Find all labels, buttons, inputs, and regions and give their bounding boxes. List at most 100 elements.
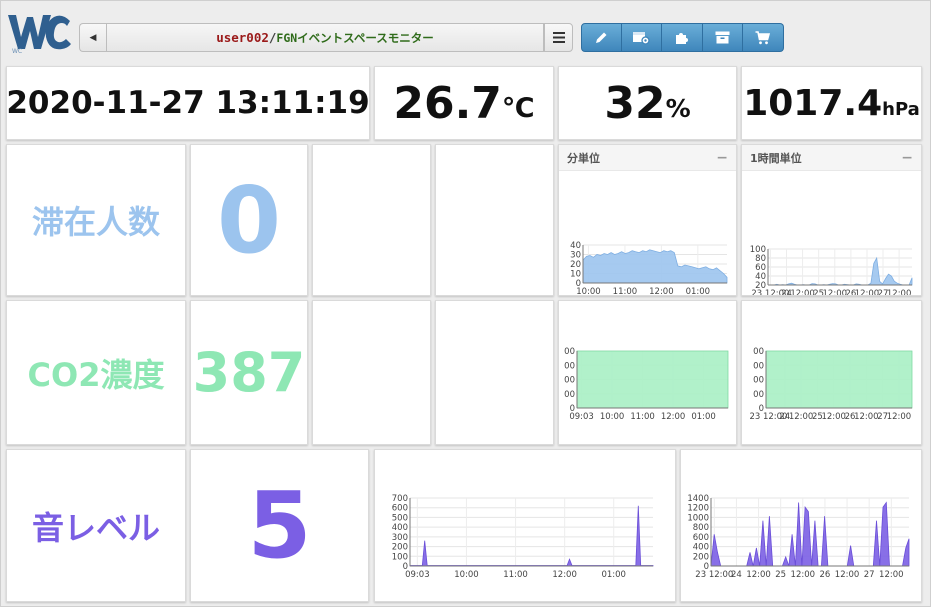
x-tick-label: 27 — [864, 570, 875, 580]
sound-value: 5 — [247, 472, 312, 579]
sound-hour-chart: 020040060080010001200140023 12:0024 12:00… — [687, 494, 910, 580]
dashboard: WC ◀ user002 / FGNイベントスペースモニター 2020-11-2… — [0, 0, 931, 607]
pressure-value: 1017.4 — [743, 82, 883, 124]
x-tick-label: 12:00 — [887, 289, 912, 295]
y-tick-label: 00 — [753, 347, 764, 357]
humidity-value: 32 — [604, 77, 666, 129]
y-tick-label: 100 — [750, 245, 766, 255]
app-logo[interactable]: WC — [4, 9, 72, 55]
datetime-tile: 2020-11-27 13:11:19 — [6, 66, 370, 140]
y-tick-label: 200 — [693, 552, 709, 562]
occupancy-label: 滞在人数 — [31, 203, 160, 241]
sound-minute-chart: 010020030040050060070009:03 10:00 11:00 12:… — [392, 494, 654, 580]
occupancy-hour-panel: 1時間単位 − 20 40 60 80 100 23 12:00 24 12:00 25 12:0… — [741, 144, 922, 296]
archive-icon — [715, 31, 730, 44]
schedule-settings-button[interactable] — [621, 23, 662, 52]
x-tick-label: 01:00 — [601, 570, 626, 580]
menu-button[interactable] — [544, 23, 573, 52]
data-area — [409, 505, 654, 567]
temperature-unit: ℃ — [501, 92, 535, 124]
x-tick-label: 10:00 — [600, 412, 625, 422]
occupancy-minute-chart: 01020304010:00 11:00 12:00 01:00 — [570, 241, 728, 295]
y-tick-label: 100 — [392, 552, 408, 562]
x-tick-label: 26 — [820, 570, 831, 580]
cart-icon — [755, 30, 771, 44]
data-area — [765, 350, 913, 409]
svg-text:WC: WC — [12, 48, 22, 55]
collapse-icon[interactable]: − — [901, 150, 913, 166]
y-tick-label: 00 — [564, 390, 575, 400]
pressure-unit: hPa — [882, 98, 920, 120]
datetime-value: 2020-11-27 13:11:19 — [6, 85, 370, 121]
x-tick-label: 12:00 — [649, 287, 674, 295]
data-area — [768, 256, 913, 286]
x-tick-label: 12:00 — [879, 570, 904, 580]
occupancy-value: 0 — [216, 166, 281, 274]
title-board-name: FGNイベントスペースモニター — [276, 30, 434, 45]
y-tick-label: 800 — [693, 523, 709, 533]
sound-minute-panel: 0 100 200 300 400 500 600 700 09:03 10:00 11:00 12:… — [374, 449, 676, 602]
y-tick-label: 60 — [755, 263, 766, 273]
y-tick-label: 00 — [753, 390, 764, 400]
y-tick-label: 300 — [392, 533, 408, 543]
y-tick-label: 30 — [570, 251, 581, 261]
y-tick-label: 00 — [564, 361, 575, 371]
y-tick-label: 00 — [564, 347, 575, 357]
y-tick-label: 1000 — [687, 513, 709, 523]
triangle-left-icon: ◀ — [89, 32, 97, 43]
empty-tile-3 — [312, 300, 431, 445]
co2-value: 387 — [192, 341, 306, 404]
pencil-icon — [596, 32, 607, 43]
x-tick-label: 12:00 — [823, 289, 848, 295]
y-tick-label: 80 — [755, 254, 766, 264]
x-tick-label: 23 12:00 — [695, 570, 733, 580]
co2-label-tile: CO2濃度 — [6, 300, 186, 445]
co2-hour-panel: 0 00 00 00 00 23 12:00 24 12:00 25 12:00 26 12:00 27… — [741, 300, 922, 445]
co2-value-tile: 387 — [190, 300, 308, 445]
panel-title: 分単位 — [567, 151, 600, 165]
y-tick-label: 200 — [392, 543, 408, 553]
y-tick-label: 600 — [392, 504, 408, 514]
y-tick-label: 1200 — [687, 504, 709, 514]
x-tick-label: 12:00 — [661, 412, 686, 422]
occupancy-value-tile: 0 — [190, 144, 308, 296]
y-tick-label: 00 — [753, 376, 764, 386]
x-tick-label: 12:00 — [789, 412, 814, 422]
calendar-settings-icon — [633, 32, 650, 45]
title-user[interactable]: user002 — [216, 30, 269, 45]
empty-tile-4 — [435, 300, 554, 445]
x-tick-label: 09:03 — [405, 570, 430, 580]
humidity-tile: 32% — [558, 66, 737, 140]
x-tick-label: 11:00 — [630, 412, 655, 422]
back-button[interactable]: ◀ — [79, 23, 106, 52]
x-tick-label: 11:00 — [503, 570, 528, 580]
archive-button[interactable] — [702, 23, 743, 52]
x-tick-label: 12:00 — [821, 412, 846, 422]
shop-button[interactable] — [743, 23, 784, 52]
edit-button[interactable] — [581, 23, 622, 52]
x-tick-label: 12:00 — [552, 570, 577, 580]
data-area — [576, 350, 729, 409]
y-tick-label: 400 — [392, 523, 408, 533]
x-tick-label: 10:00 — [576, 287, 601, 295]
y-tick-label: 400 — [693, 543, 709, 553]
occupancy-label-tile: 滞在人数 — [6, 144, 186, 296]
x-tick-label: 10:00 — [454, 570, 479, 580]
y-tick-label: 10 — [570, 270, 581, 280]
title-separator: / — [268, 30, 277, 45]
x-tick-label: 12:00 — [790, 289, 815, 295]
x-tick-label: 12:00 — [791, 570, 816, 580]
co2-minute-chart: 00000000009:03 10:00 11:00 12:00 01:00 — [564, 347, 729, 422]
x-tick-label: 12:00 — [835, 570, 860, 580]
collapse-icon[interactable]: − — [716, 150, 728, 166]
empty-tile-1 — [312, 144, 431, 296]
x-tick-label: 12:00 — [887, 412, 912, 422]
x-tick-label: 01:00 — [686, 287, 711, 295]
co2-minute-panel: 0 00 00 00 00 09:03 10:00 11:00 12:00 01:00 — [558, 300, 737, 445]
sound-label: 音レベル — [31, 508, 160, 547]
hamburger-icon — [552, 32, 565, 43]
x-tick-label: 12:00 — [746, 570, 771, 580]
plugin-button[interactable] — [662, 23, 703, 52]
y-tick-label: 20 — [570, 260, 581, 270]
sound-value-tile: 5 — [190, 449, 369, 602]
